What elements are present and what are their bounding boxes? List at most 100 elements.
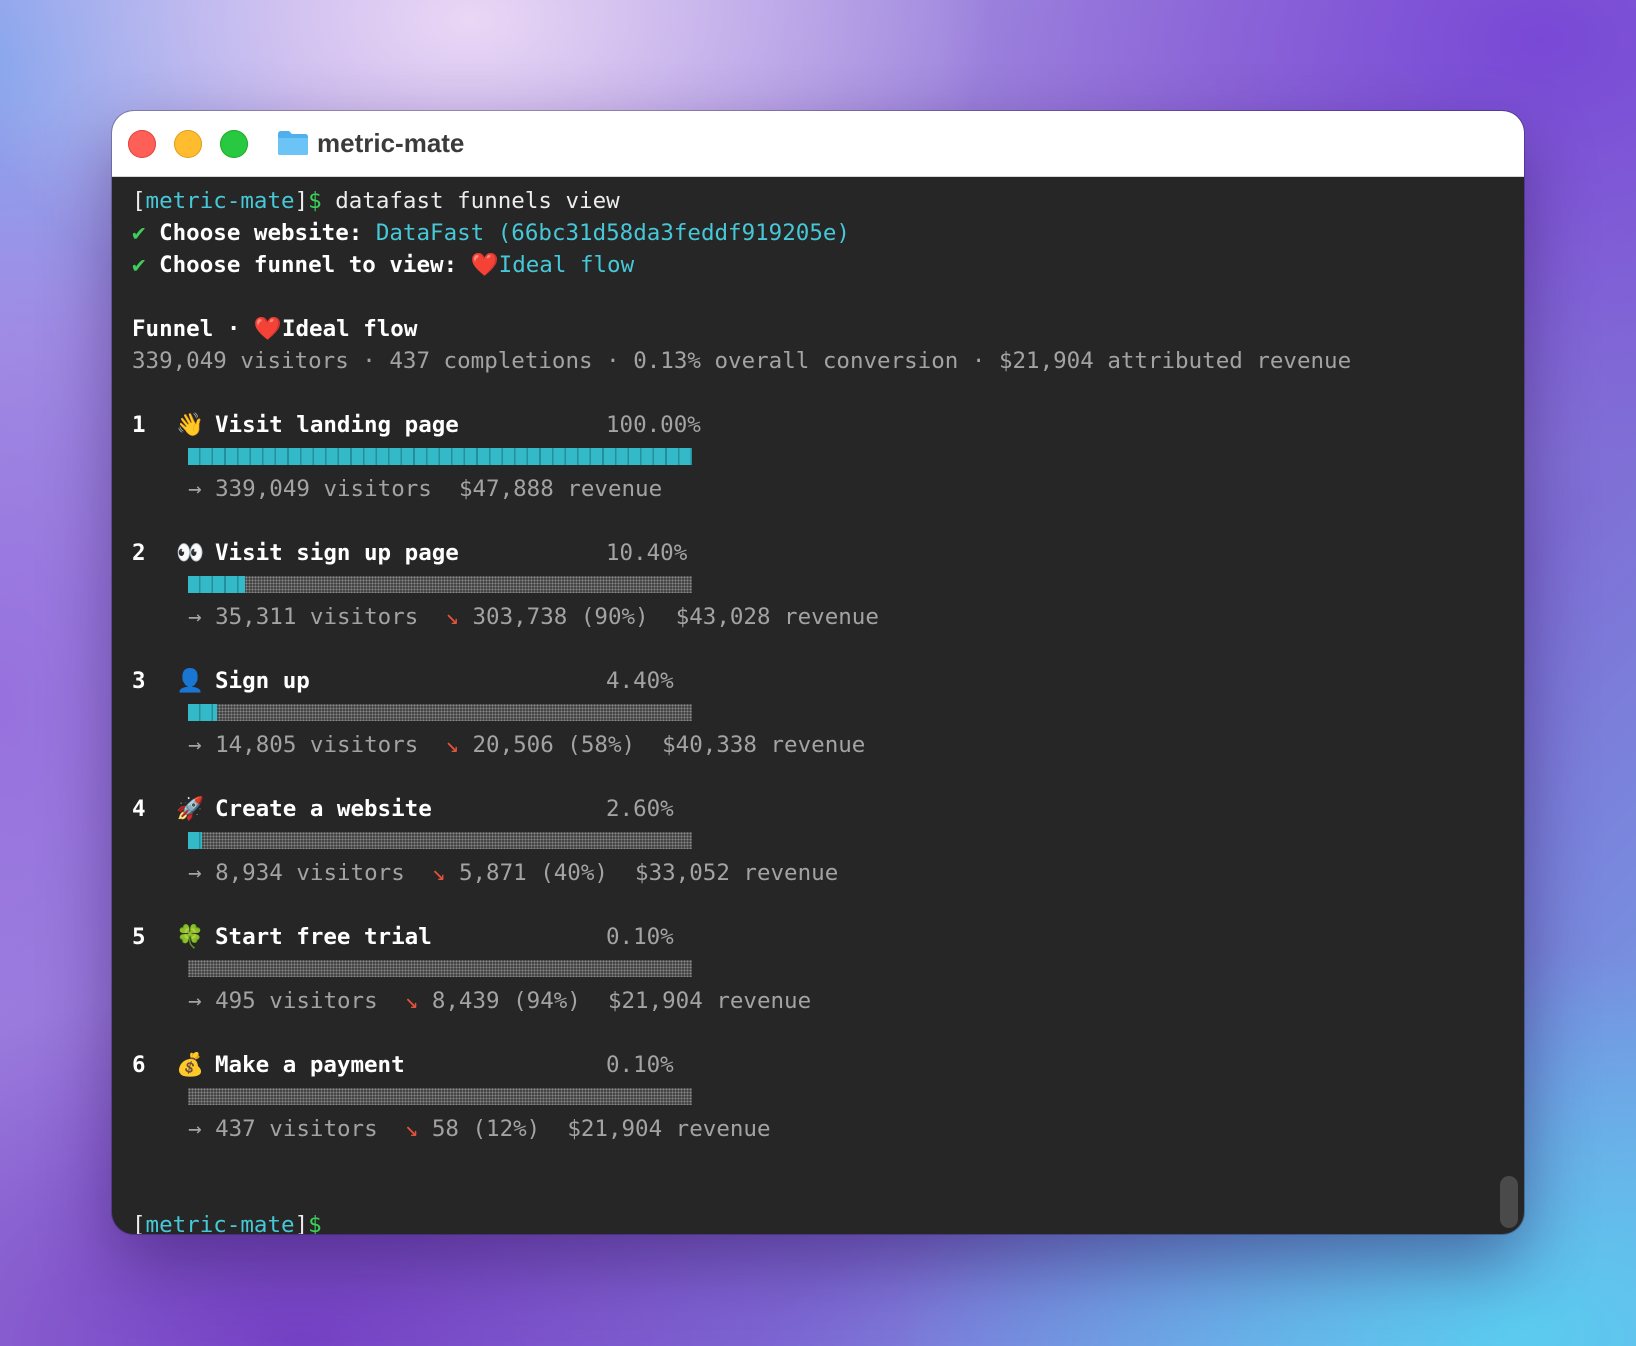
step-dropoff: 20,506 (58%) — [472, 732, 636, 758]
step-visitors: 14,805 visitors — [215, 732, 419, 758]
prompt-bracket-close: ] — [294, 1212, 309, 1234]
prompt-directory: metric-mate — [145, 188, 295, 214]
arrow-icon: → — [188, 604, 202, 630]
step-progress-bar — [188, 832, 692, 849]
heart-icon: ❤️ — [470, 252, 499, 278]
step-percent: 10.40% — [606, 540, 688, 566]
prompt-directory: metric-mate — [145, 1212, 295, 1234]
funnel-label: Choose funnel to view: — [159, 252, 471, 278]
step-number: 6 — [132, 1052, 146, 1078]
website-value: DataFast (66bc31d58da3feddf919205e) — [375, 220, 850, 246]
step-revenue: $40,338 revenue — [662, 732, 866, 758]
funnel-choice-line: ✔ Choose funnel to view: ❤️Ideal flow — [132, 249, 634, 281]
heart-icon: ❤️ — [253, 316, 282, 342]
dropoff-arrow-icon: ↘ — [404, 1116, 419, 1142]
step-progress-bar — [188, 704, 692, 721]
funnel-heading-name: Ideal flow — [281, 316, 418, 342]
window-title: metric-mate — [317, 128, 465, 158]
funnel-heading: Funnel · ❤️Ideal flow — [132, 313, 417, 345]
step-revenue: $47,888 revenue — [458, 476, 663, 502]
step-emoji-icon: 🍀 — [175, 924, 204, 950]
prompt-symbol: $ — [308, 1212, 322, 1234]
step-number: 5 — [132, 924, 146, 950]
step-dropoff: 5,871 (40%) — [458, 860, 608, 886]
step-number: 3 — [132, 668, 146, 694]
step-progress-fill — [188, 832, 202, 849]
step-percent: 2.60% — [606, 796, 674, 822]
step-header: 2 👀 Visit sign up page 10.40% — [132, 537, 932, 569]
command-line: [metric-mate]$ datafast funnels view — [132, 185, 620, 217]
step-emoji-icon: 👋 — [175, 412, 204, 438]
step-visitors: 339,049 visitors — [215, 476, 432, 502]
terminal-output[interactable]: [metric-mate]$ datafast funnels view ✔ C… — [132, 185, 1524, 1234]
prompt-bracket-open: [ — [132, 1212, 146, 1234]
step-dropoff: 58 (12%) — [431, 1116, 541, 1142]
minimize-window-button[interactable] — [174, 130, 202, 158]
arrow-icon: → — [188, 476, 202, 502]
prompt-symbol: $ — [308, 188, 322, 214]
step-emoji-icon: 👀 — [175, 540, 204, 566]
step-stats: → 339,049 visitors $47,888 revenue — [188, 473, 662, 505]
step-name: Sign up — [215, 668, 310, 694]
step-name: Visit landing page — [215, 412, 459, 438]
step-stats: → 14,805 visitors ↘ 20,506 (58%) $40,338… — [188, 729, 865, 761]
step-progress-bar — [188, 448, 692, 465]
step-visitors: 437 visitors — [215, 1116, 378, 1142]
step-percent: 100.00% — [606, 412, 701, 438]
dropoff-arrow-icon: ↘ — [445, 604, 459, 630]
step-number: 4 — [132, 796, 146, 822]
check-icon: ✔ — [132, 252, 146, 278]
step-emoji-icon: 💰 — [175, 1052, 204, 1078]
step-header: 6 💰 Make a payment 0.10% — [132, 1049, 932, 1081]
prompt-bracket-open: [ — [132, 188, 146, 214]
step-name: Make a payment — [215, 1052, 405, 1078]
arrow-icon: → — [188, 1116, 202, 1142]
step-percent: 0.10% — [606, 924, 674, 950]
step-revenue: $21,904 revenue — [567, 1116, 771, 1142]
step-number: 2 — [132, 540, 146, 566]
folder-icon — [278, 131, 308, 155]
funnel-summary: 339,049 visitors · 437 completions · 0.1… — [132, 348, 1352, 374]
step-name: Visit sign up page — [215, 540, 459, 566]
step-visitors: 495 visitors — [215, 988, 378, 1014]
step-header: 1 👋 Visit landing page 100.00% — [132, 409, 932, 441]
close-window-button[interactable] — [128, 130, 156, 158]
step-progress-bar — [188, 1088, 692, 1105]
step-progress-fill — [188, 576, 245, 593]
step-stats: → 437 visitors ↘ 58 (12%) $21,904 revenu… — [188, 1113, 771, 1145]
step-progress-bar — [188, 960, 692, 977]
step-progress-bar — [188, 576, 692, 593]
step-name: Start free trial — [215, 924, 432, 950]
step-dropoff: 8,439 (94%) — [431, 988, 581, 1014]
step-percent: 0.10% — [606, 1052, 674, 1078]
dropoff-arrow-icon: ↘ — [445, 732, 459, 758]
step-dropoff: 303,738 (90%) — [472, 604, 649, 630]
step-header: 4 🚀 Create a website 2.60% — [132, 793, 932, 825]
step-revenue: $33,052 revenue — [635, 860, 839, 886]
dropoff-arrow-icon: ↘ — [431, 860, 446, 886]
funnel-value: Ideal flow — [498, 252, 635, 278]
step-percent: 4.40% — [606, 668, 674, 694]
step-progress-fill — [188, 448, 692, 465]
arrow-icon: → — [188, 732, 202, 758]
zoom-window-button[interactable] — [220, 130, 248, 158]
title-bar: metric-mate — [112, 111, 1524, 177]
prompt-line[interactable]: [metric-mate]$ — [132, 1209, 322, 1234]
step-stats: → 8,934 visitors ↘ 5,871 (40%) $33,052 r… — [188, 857, 838, 889]
terminal-window: metric-mate [metric-mate]$ datafast funn… — [112, 111, 1524, 1234]
scrollbar[interactable] — [1500, 1176, 1518, 1228]
prompt-bracket-close: ] — [294, 188, 309, 214]
arrow-icon: → — [188, 988, 202, 1014]
funnel-heading-prefix: Funnel · — [132, 316, 254, 342]
step-emoji-icon: 🚀 — [175, 796, 204, 822]
step-name: Create a website — [215, 796, 432, 822]
website-label: Choose website: — [159, 220, 376, 246]
step-header: 3 👤 Sign up 4.40% — [132, 665, 932, 697]
step-emoji-icon: 👤 — [175, 668, 204, 694]
step-progress-fill — [188, 704, 217, 721]
command-text: datafast funnels view — [321, 188, 620, 214]
dropoff-arrow-icon: ↘ — [404, 988, 419, 1014]
arrow-icon: → — [188, 860, 202, 886]
step-stats: → 495 visitors ↘ 8,439 (94%) $21,904 rev… — [188, 985, 811, 1017]
step-visitors: 35,311 visitors — [215, 604, 419, 630]
